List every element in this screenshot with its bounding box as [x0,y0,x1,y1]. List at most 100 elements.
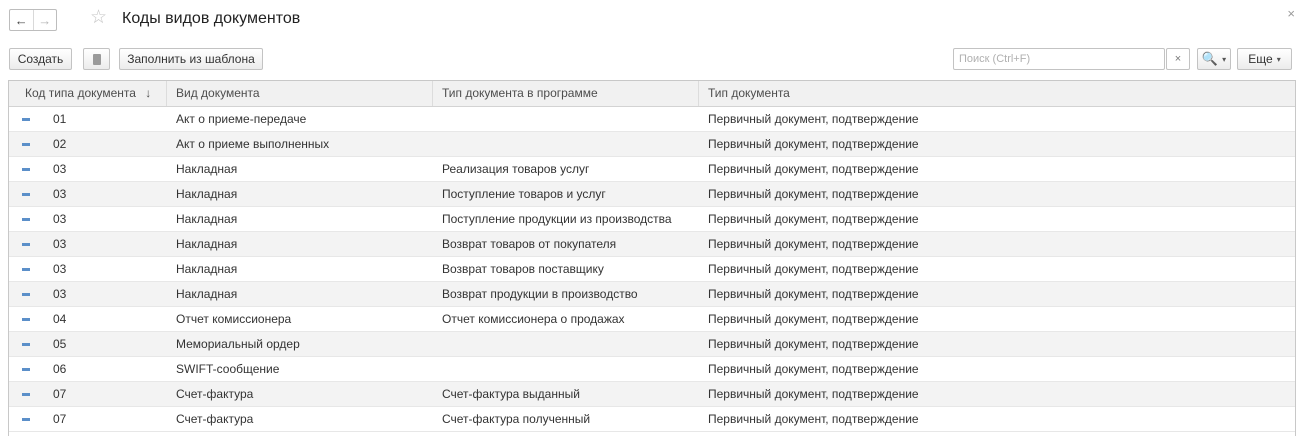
page-title: Коды видов документов [122,10,301,27]
cell-code: 07 [53,387,67,401]
cell-code: 03 [53,287,67,301]
cell-program-type: Отчет комиссионера о продажах [442,312,625,326]
table-row[interactable]: 06 SWIFT-сообщение Первичный документ, под… [9,357,1295,382]
cell-doc-type: Первичный документ, подтверждение [708,262,919,276]
row-marker-icon [22,293,30,296]
cell-kind: Накладная [176,162,238,176]
cell-doc-type: Первичный документ, подтверждение [708,287,919,301]
table-row[interactable]: 03 Накладная Возврат товаров поставщику Пер… [9,257,1295,282]
cell-doc-type: Первичный документ, подтверждение [708,387,919,401]
column-header-doc-type[interactable]: Тип документа [698,81,790,106]
document-codes-table: Код типа документа ↓ Вид документа Тип д… [8,80,1296,436]
cell-kind: Отчет комиссионера [176,312,292,326]
table-row[interactable]: 07 Счет-фактура Счет-фактура полученный Пер… [9,407,1295,432]
search-button[interactable]: 🔍 ▾ [1197,48,1231,70]
cell-program-type: Возврат продукции в производство [442,287,638,301]
table-row[interactable]: 03 Накладная Реализация товаров услуг Перви… [9,157,1295,182]
cell-doc-type: Первичный документ, подтверждение [708,412,919,426]
cell-kind: Накладная [176,212,238,226]
cell-doc-type: Первичный документ, подтверждение [708,187,919,201]
row-marker-icon [22,168,30,171]
cell-code: 03 [53,187,67,201]
star-icon[interactable]: ☆ [90,8,107,28]
row-marker-icon [22,343,30,346]
navigation-buttons: ← → [9,9,57,31]
row-marker-icon [22,393,30,396]
cell-kind: Акт о приеме выполненных [176,137,330,151]
cell-code: 03 [53,212,67,226]
cell-kind: Накладная [176,262,238,276]
cell-code: 03 [53,237,67,251]
cell-doc-type: Первичный документ, подтверждение [708,112,919,126]
row-marker-icon [22,268,30,271]
cell-doc-type: Первичный документ, подтверждение [708,312,919,326]
cell-kind: Накладная [176,287,238,301]
row-marker-icon [22,218,30,221]
sort-arrow-icon: ↓ [145,86,152,100]
column-header-program-type[interactable]: Тип документа в программе [432,81,598,106]
table-header: Код типа документа ↓ Вид документа Тип д… [9,81,1295,107]
cell-kind: Счет-фактура [176,412,254,426]
table-row[interactable]: 02 Акт о приеме выполненных Первичный доку… [9,132,1295,157]
fill-from-template-button[interactable]: Заполнить из шаблона [119,48,263,70]
cell-kind: Счет-фактура [176,387,254,401]
cell-program-type: Поступление товаров и услуг [442,187,606,201]
title-bar: ← → ☆ Коды видов документов × [0,0,1303,40]
cell-code: 05 [53,337,67,351]
cell-program-type: Возврат товаров поставщику [442,262,604,276]
table-row[interactable]: 05 Мемориальный ордер Первичный документ, … [9,332,1295,357]
row-marker-icon [22,418,30,421]
search-input[interactable]: Поиск (Ctrl+F) [953,48,1165,70]
row-marker-icon [22,193,30,196]
cell-doc-type: Первичный документ, подтверждение [708,212,919,226]
clear-search-icon[interactable]: × [1166,48,1190,70]
close-icon[interactable]: × [1287,6,1295,21]
forward-arrow-icon[interactable]: → [32,10,57,30]
cell-doc-type: Первичный документ, подтверждение [708,237,919,251]
cell-code: 02 [53,137,67,151]
table-body: 01 Акт о приеме-передаче Первичный докумен… [9,107,1295,432]
search-icon: 🔍 [1201,51,1219,66]
toolbar: Создать Заполнить из шаблона Поиск (Ctrl… [0,48,1303,72]
cell-program-type: Реализация товаров услуг [442,162,590,176]
cell-code: 06 [53,362,67,376]
table-row[interactable]: 03 Накладная Возврат продукции в производс… [9,282,1295,307]
table-row[interactable]: 03 Накладная Поступление продукции из прои… [9,207,1295,232]
table-row[interactable]: 03 Накладная Возврат товаров от покупателя… [9,232,1295,257]
cell-doc-type: Первичный документ, подтверждение [708,137,919,151]
cell-doc-type: Первичный документ, подтверждение [708,362,919,376]
chevron-down-icon: ▾ [1222,54,1227,64]
row-marker-icon [22,368,30,371]
table-row[interactable]: 04 Отчет комиссионера Отчет комиссионера о… [9,307,1295,332]
cell-kind: Накладная [176,187,238,201]
print-button[interactable] [83,48,110,70]
cell-program-type: Счет-фактура полученный [442,412,591,426]
column-header-label: Код типа документа [25,86,136,100]
back-arrow-icon[interactable]: ← [10,10,33,30]
cell-program-type: Поступление продукции из производства [442,212,672,226]
cell-code: 01 [53,112,67,126]
cell-code: 07 [53,412,67,426]
more-button[interactable]: Еще ▾ [1237,48,1292,70]
cell-kind: Акт о приеме-передаче [176,112,307,126]
row-marker-icon [22,118,30,121]
column-header-kind[interactable]: Вид документа [166,81,260,106]
table-row[interactable]: 01 Акт о приеме-передаче Первичный докумен… [9,107,1295,132]
table-row[interactable]: 07 Счет-фактура Счет-фактура выданный Перви… [9,382,1295,407]
cell-kind: Накладная [176,237,238,251]
create-button[interactable]: Создать [9,48,72,70]
table-row[interactable]: 03 Накладная Поступление товаров и услуг Пе… [9,182,1295,207]
cell-doc-type: Первичный документ, подтверждение [708,337,919,351]
row-marker-icon [22,243,30,246]
cell-kind: SWIFT-сообщение [176,362,280,376]
cell-program-type: Возврат товаров от покупателя [442,237,617,251]
row-marker-icon [22,143,30,146]
cell-kind: Мемориальный ордер [176,337,300,351]
more-label: Еще [1248,52,1273,66]
row-marker-icon [22,318,30,321]
cell-code: 03 [53,162,67,176]
print-icon [92,53,101,65]
column-header-code[interactable]: Код типа документа ↓ [25,81,151,106]
cell-code: 03 [53,262,67,276]
cell-doc-type: Первичный документ, подтверждение [708,162,919,176]
